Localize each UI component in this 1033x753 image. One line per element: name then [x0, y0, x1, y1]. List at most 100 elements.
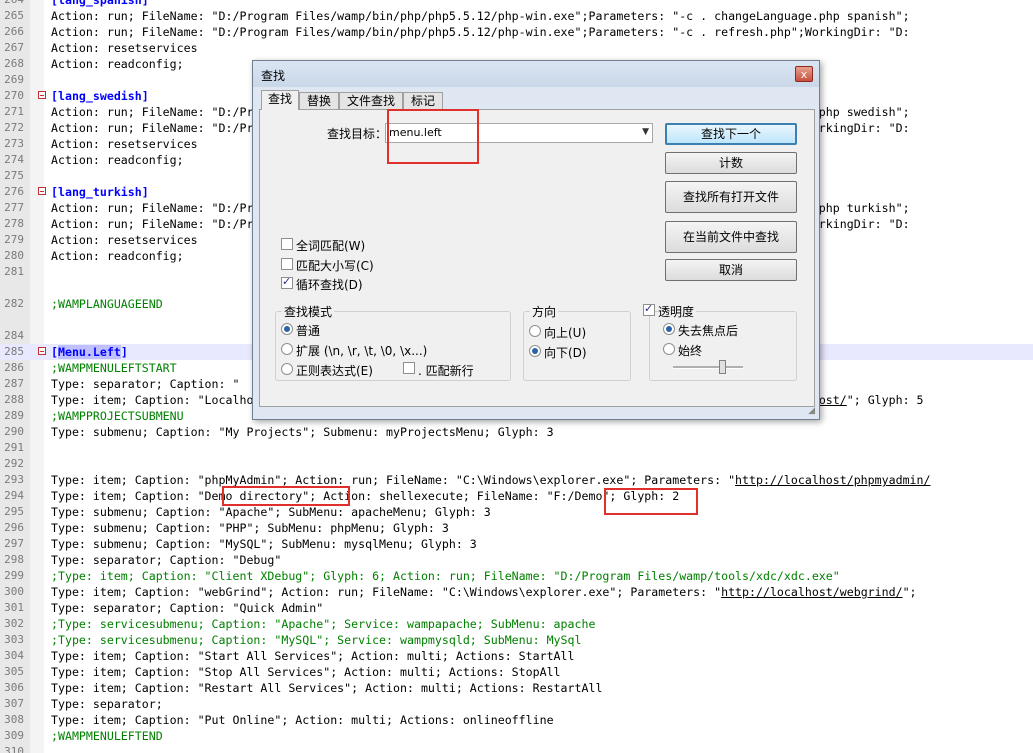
cancel-button[interactable]: 取消 [665, 259, 797, 281]
resize-grip-icon[interactable]: ◢ [808, 406, 815, 416]
tab-mark[interactable]: 标记 [403, 92, 443, 109]
search-mode-extended-radio[interactable] [281, 343, 293, 355]
line-number: 270 [4, 89, 24, 102]
code-line[interactable]: 294 Type: item; Caption: "Demo directory"… [0, 488, 1033, 504]
code-token: Action: resetservices [51, 137, 198, 151]
line-number: 281 [4, 265, 24, 278]
direction-down-label: 向下(D) [544, 346, 587, 360]
search-mode-regex-radio[interactable] [281, 363, 293, 375]
transparency-slider[interactable] [673, 360, 743, 374]
line-number: 272 [4, 121, 24, 134]
code-line[interactable]: 290 Type: submenu; Caption: "My Projects"… [0, 424, 1033, 440]
line-number: 282 [4, 297, 24, 310]
code-token: Type: separator; Caption: "Quick Admin" [51, 601, 324, 615]
match-case-checkbox[interactable] [281, 258, 293, 270]
code-text: Type: item; Caption: "Put Online"; Actio… [51, 712, 554, 728]
code-token: Action: readconfig; [51, 57, 184, 71]
fold-toggle-icon[interactable] [38, 91, 46, 99]
tab-find-in-files[interactable]: 文件查找 [339, 92, 403, 109]
code-line[interactable]: 296 Type: submenu; Caption: "PHP"; SubMen… [0, 520, 1033, 536]
line-number: 278 [4, 217, 24, 230]
code-line[interactable]: 306 Type: item; Caption: "Restart All Ser… [0, 680, 1033, 696]
code-line[interactable]: 309 ;WAMPMENULEFTEND [0, 728, 1033, 744]
code-text: [lang_swedish] [51, 88, 149, 104]
code-token: Action: readconfig; [51, 153, 184, 167]
transparency-always-radio[interactable] [663, 343, 675, 355]
close-icon[interactable]: x [795, 66, 813, 82]
code-text: Action: readconfig; [51, 56, 184, 72]
code-line[interactable]: 292 [0, 456, 1033, 472]
slider-track [673, 366, 743, 369]
code-line[interactable]: 301 Type: separator; Caption: "Quick Admi… [0, 600, 1033, 616]
line-number: 279 [4, 233, 24, 246]
code-token: ;WAMPLANGUAGEEND [51, 297, 163, 311]
code-link[interactable]: http://localhost/phpmyadmin/ [735, 473, 930, 487]
find-in-current-file-button[interactable]: 在当前文件中查找 [665, 221, 797, 253]
code-text: ;Type: servicesubmenu; Caption: "MySQL";… [51, 632, 581, 648]
code-line[interactable]: 293 Type: item; Caption: "phpMyAdmin"; Ac… [0, 472, 1033, 488]
code-token: Type: separator; [51, 697, 163, 711]
code-link[interactable]: http://localhost/webgrind/ [721, 585, 902, 599]
code-line[interactable]: 267 Action: resetservices [0, 40, 1033, 56]
code-token: [lang_spanish] [51, 0, 149, 7]
transparency-checkbox[interactable] [643, 302, 655, 316]
code-line[interactable]: 295 Type: submenu; Caption: "Apache"; Sub… [0, 504, 1033, 520]
code-token: Type: submenu; Caption: "PHP"; SubMenu: … [51, 521, 449, 535]
find-input[interactable]: menu.left ▼ [385, 123, 653, 143]
code-line[interactable]: 305 Type: item; Caption: "Stop All Servic… [0, 664, 1033, 680]
count-button[interactable]: 计数 [665, 152, 797, 174]
code-token: Action: run; FileName: "D:/Program Files… [51, 25, 910, 39]
code-text: Action: resetservices [51, 136, 198, 152]
fold-toggle-icon[interactable] [38, 347, 46, 355]
slider-thumb[interactable] [719, 360, 726, 374]
find-label: 查找目标： [327, 127, 388, 141]
tab-find[interactable]: 查找 [261, 90, 299, 110]
line-number: 307 [4, 697, 24, 710]
tab-replace[interactable]: 替换 [299, 92, 339, 109]
find-all-open-files-button[interactable]: 查找所有打开文件 [665, 181, 797, 213]
code-line[interactable]: 308 Type: item; Caption: "Put Online"; Ac… [0, 712, 1033, 728]
code-line[interactable]: 298 Type: separator; Caption: "Debug" [0, 552, 1033, 568]
code-token: Type: item; Caption: "webGrind"; Action:… [51, 585, 722, 599]
chevron-down-icon[interactable]: ▼ [642, 127, 649, 137]
line-number: 290 [4, 425, 24, 438]
find-next-button[interactable]: 查找下一个 [665, 123, 797, 145]
code-token: Action: run; FileName: "D:/Program Files… [51, 9, 910, 23]
code-line[interactable]: 265 Action: run; FileName: "D:/Program Fi… [0, 8, 1033, 24]
code-token: Type: item; Caption: "Restart All Servic… [51, 681, 603, 695]
code-text: Type: submenu; Caption: "Apache"; SubMen… [51, 504, 491, 520]
code-line[interactable]: 303 ;Type: servicesubmenu; Caption: "MySQ… [0, 632, 1033, 648]
dialog-titlebar[interactable]: 查找 x [253, 61, 819, 87]
whole-word-checkbox[interactable] [281, 238, 293, 250]
wrap-around-label: 循环查找(D) [296, 278, 363, 292]
code-line[interactable]: 300 Type: item; Caption: "webGrind"; Acti… [0, 584, 1033, 600]
find-input-value: menu.left [389, 126, 442, 139]
code-text: Type: item; Caption: "phpMyAdmin"; Actio… [51, 472, 931, 488]
search-mode-normal-radio[interactable] [281, 323, 293, 335]
code-line[interactable]: 302 ;Type: servicesubmenu; Caption: "Apac… [0, 616, 1033, 632]
code-line[interactable]: 266 Action: run; FileName: "D:/Program Fi… [0, 24, 1033, 40]
code-line[interactable]: 264 [lang_spanish] [0, 0, 1033, 8]
fold-toggle-icon[interactable] [38, 187, 46, 195]
code-token: ;Type: servicesubmenu; Caption: "Apache"… [51, 617, 596, 631]
code-line[interactable]: 307 Type: separator; [0, 696, 1033, 712]
transparency-on-lose-focus-radio[interactable] [663, 323, 675, 335]
code-line[interactable]: 291 [0, 440, 1033, 456]
direction-up-radio[interactable] [529, 325, 541, 337]
code-line[interactable]: 297 Type: submenu; Caption: "MySQL"; SubM… [0, 536, 1033, 552]
code-line[interactable]: 304 Type: item; Caption: "Start All Servi… [0, 648, 1033, 664]
code-text: Type: separator; Caption: "Debug" [51, 552, 281, 568]
code-line[interactable]: 299 ;Type: item; Caption: "Client XDebug"… [0, 568, 1033, 584]
transparency-on-lose-focus-label: 失去焦点后 [678, 324, 739, 338]
line-number: 291 [4, 441, 24, 454]
line-number: 305 [4, 665, 24, 678]
search-mode-regex-label: 正则表达式(E) [296, 364, 373, 378]
dot-newline-checkbox[interactable] [403, 362, 415, 374]
code-line[interactable]: 310 [0, 744, 1033, 753]
wrap-around-checkbox[interactable] [281, 275, 293, 289]
direction-down-radio[interactable] [529, 345, 541, 357]
line-number: 286 [4, 361, 24, 374]
line-number: 299 [4, 569, 24, 582]
code-token: Action: readconfig; [51, 249, 184, 263]
line-number: 292 [4, 457, 24, 470]
